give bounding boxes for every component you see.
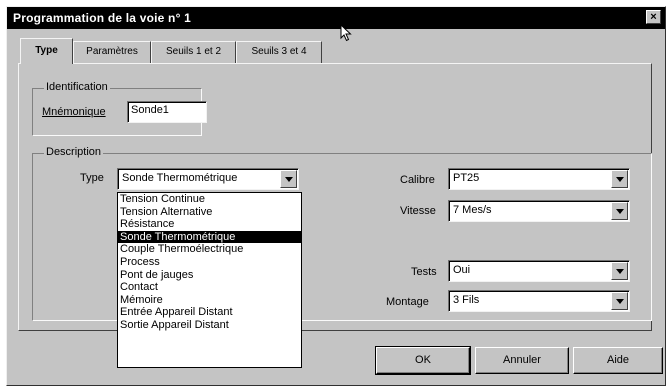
tab-seuils-1-2-label: Seuils 1 et 2 xyxy=(165,46,222,57)
calibre-value: PT25 xyxy=(453,172,480,184)
type-option[interactable]: Sonde Thermométrique xyxy=(118,230,301,244)
tab-seuils-3-4-label: Seuils 3 et 4 xyxy=(251,46,307,57)
calibre-dropdown-arrow-icon[interactable] xyxy=(611,170,628,188)
mnemonique-input[interactable]: Sonde1 xyxy=(127,101,207,123)
close-button[interactable]: × xyxy=(646,10,661,24)
type-option[interactable]: Tension Alternative xyxy=(118,206,301,219)
type-label: Type xyxy=(80,172,104,184)
type-option[interactable]: Contact xyxy=(118,281,301,294)
type-option[interactable]: Couple Thermoélectrique xyxy=(118,243,301,256)
montage-label: Montage xyxy=(386,296,429,308)
annuler-button[interactable]: Annuler xyxy=(475,347,569,374)
tests-label: Tests xyxy=(411,266,437,278)
tests-dropdown-arrow-icon[interactable] xyxy=(611,262,628,280)
type-option[interactable]: Pont de jauges xyxy=(118,269,301,282)
vitesse-value: 7 Mes/s xyxy=(453,204,492,216)
tab-seuils-1-2[interactable]: Seuils 1 et 2 xyxy=(151,41,236,63)
type-option[interactable]: Entrée Appareil Distant xyxy=(118,306,301,319)
identification-group-label: Identification xyxy=(44,81,110,93)
montage-select[interactable]: 3 Fils xyxy=(448,290,630,312)
mnemonique-value: Sonde1 xyxy=(131,104,169,116)
tab-type-label: Type xyxy=(35,45,58,56)
description-group-label: Description xyxy=(44,146,104,158)
vitesse-select[interactable]: 7 Mes/s xyxy=(448,200,630,222)
calibre-label: Calibre xyxy=(400,174,435,186)
tab-seuils-3-4[interactable]: Seuils 3 et 4 xyxy=(236,41,322,63)
mouse-cursor-icon xyxy=(340,24,352,42)
type-dropdown-arrow-icon[interactable] xyxy=(280,170,297,188)
tab-type[interactable]: Type xyxy=(20,38,73,64)
vitesse-label: Vitesse xyxy=(400,205,436,217)
tab-parametres-label: Paramètres xyxy=(86,46,138,57)
type-option[interactable]: Résistance xyxy=(118,218,301,231)
tests-value: Oui xyxy=(453,264,471,276)
type-option[interactable]: Process xyxy=(118,256,301,269)
type-option[interactable]: Sortie Appareil Distant xyxy=(118,319,301,332)
montage-dropdown-arrow-icon[interactable] xyxy=(611,292,628,310)
tests-select[interactable]: Oui xyxy=(448,260,630,282)
title-bar[interactable]: Programmation de la voie n° 1 × xyxy=(7,7,665,29)
mnemonique-label: Mnémonique xyxy=(42,106,106,118)
tab-parametres[interactable]: Paramètres xyxy=(73,41,151,63)
type-value: Sonde Thermométrique xyxy=(122,172,238,184)
type-option[interactable]: Mémoire xyxy=(118,294,301,307)
aide-button[interactable]: Aide xyxy=(573,347,663,374)
type-dropdown-list[interactable]: Tension Continue Tension Alternative Résis… xyxy=(117,192,302,368)
montage-value: 3 Fils xyxy=(453,294,480,306)
calibre-select[interactable]: PT25 xyxy=(448,168,630,190)
vitesse-dropdown-arrow-icon[interactable] xyxy=(611,202,628,220)
ok-button[interactable]: OK xyxy=(375,346,471,375)
type-select[interactable]: Sonde Thermométrique xyxy=(117,168,299,190)
window-title: Programmation de la voie n° 1 xyxy=(13,11,191,25)
type-option[interactable]: Tension Continue xyxy=(118,193,301,206)
